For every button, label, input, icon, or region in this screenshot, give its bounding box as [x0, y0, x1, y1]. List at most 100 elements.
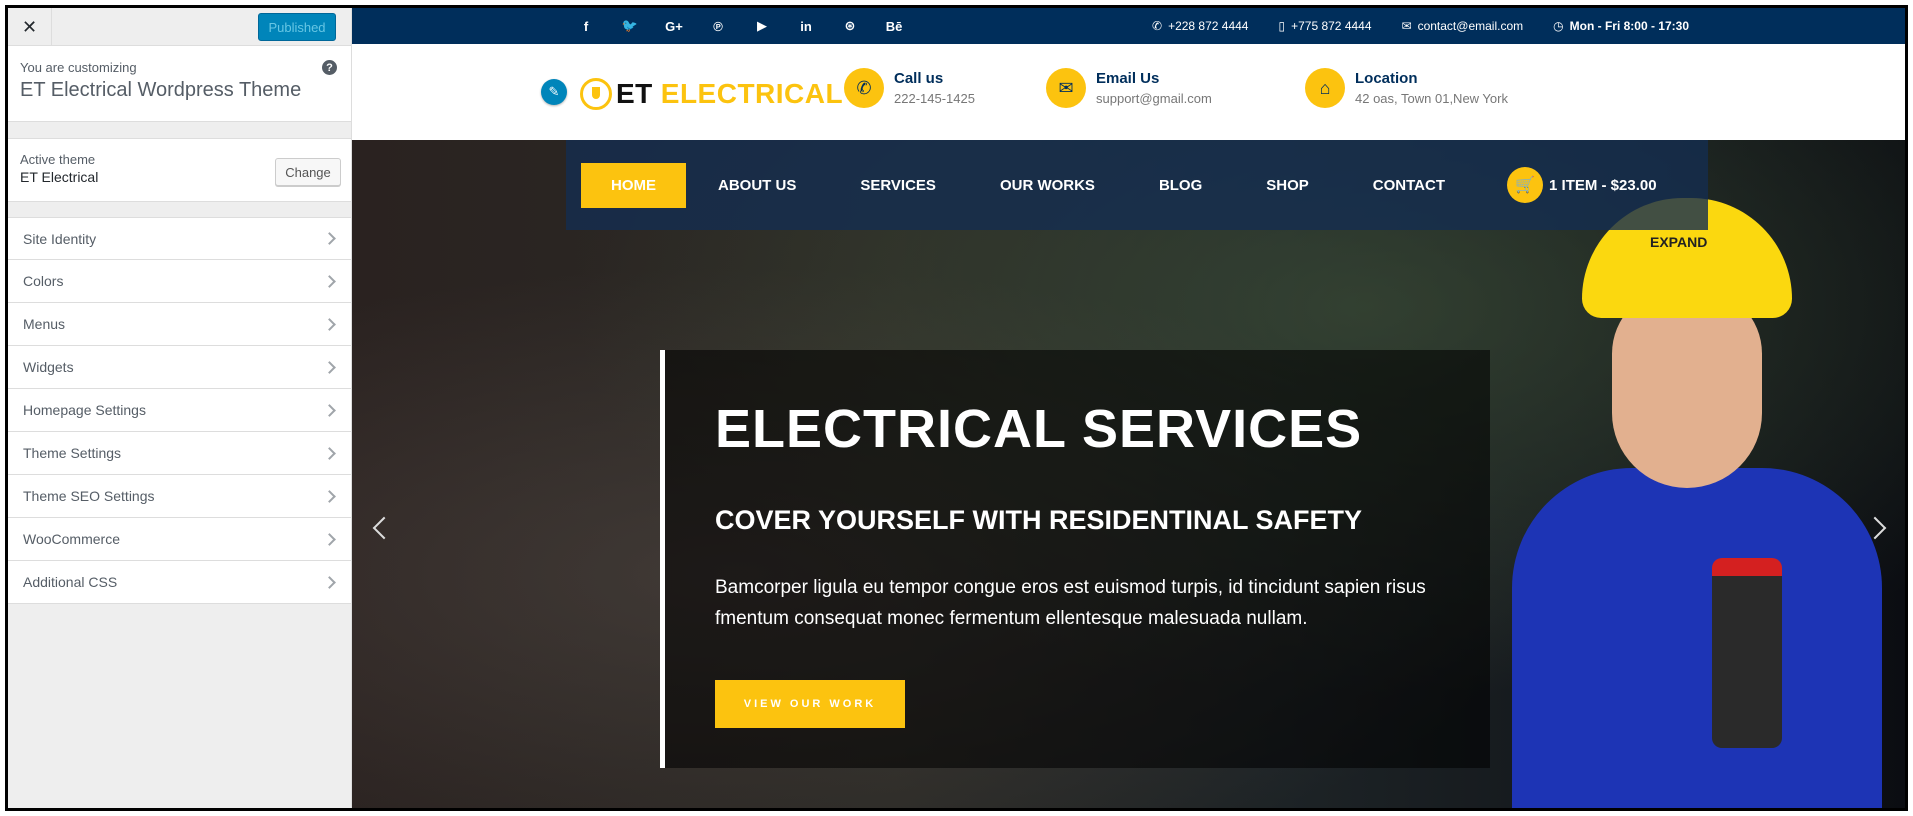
cart-button[interactable]: 🛒 1 ITEM - $23.00 — [1507, 167, 1657, 203]
site-header: ✎ ET ELECTRICAL ✆ Call us 222-145-1425 ✉ … — [352, 44, 1905, 140]
slider-prev-arrow-icon[interactable] — [372, 516, 396, 540]
hero-slider: EXPAND HOME ABOUT US SERVICES OUR WORKS BLOG… — [352, 140, 1905, 808]
twitter-icon[interactable]: 🐦 — [608, 18, 652, 34]
nav-item-our-works[interactable]: OUR WORKS — [968, 163, 1127, 208]
section-label: Colors — [23, 273, 64, 289]
view-our-work-button[interactable]: VIEW OUR WORK — [715, 680, 905, 728]
logo-text-electrical: ELECTRICAL — [660, 78, 844, 109]
nav-item-services[interactable]: SERVICES — [828, 163, 968, 208]
customizing-info: You are customizing ET Electrical Wordpr… — [8, 46, 351, 122]
google-plus-icon[interactable]: G+ — [652, 19, 696, 34]
nav-item-shop[interactable]: SHOP — [1234, 163, 1341, 208]
header-email-us: ✉ Email Us support@gmail.com — [1046, 68, 1212, 108]
edit-pencil-icon[interactable]: ✎ — [541, 79, 567, 105]
nav-item-about-us[interactable]: ABOUT US — [686, 163, 828, 208]
youtube-icon[interactable]: ▶ — [740, 18, 784, 34]
customizer-section-homepage-settings[interactable]: Homepage Settings — [8, 389, 351, 432]
customizer-section-menus[interactable]: Menus — [8, 303, 351, 346]
hero-title: ELECTRICAL SERVICES — [715, 399, 1363, 459]
home-icon: ⌂ — [1305, 68, 1345, 108]
site-preview: f 🐦 G+ ℗ ▶ in ⊛ Bē ✆ +228 872 4444 ▯ +775 872 444… — [352, 8, 1905, 808]
chevron-right-icon — [323, 403, 336, 417]
topbar-hours: ◷ Mon - Fri 8:00 - 17:30 — [1553, 19, 1689, 33]
site-title: ET Electrical Wordpress Theme — [20, 79, 302, 101]
email-us-value: support@gmail.com — [1096, 91, 1212, 106]
cart-icon: 🛒 — [1507, 167, 1544, 203]
site-logo[interactable]: ET ELECTRICAL — [580, 74, 843, 114]
phone-icon: ✆ — [844, 68, 884, 108]
phone-icon: ✆ — [1152, 19, 1163, 33]
customizer-sections: Site Identity Colors Menus Widgets Homepage … — [8, 217, 351, 604]
customizing-label: You are customizing — [20, 60, 137, 75]
active-theme-panel: Active theme ET Electrical Change — [8, 138, 351, 202]
plug-icon — [580, 78, 612, 110]
header-location: ⌂ Location 42 oas, Town 01,New York — [1305, 68, 1508, 108]
call-us-value: 222-145-1425 — [894, 91, 975, 106]
chevron-right-icon — [323, 489, 336, 503]
chevron-right-icon — [323, 317, 336, 331]
chevron-right-icon — [323, 274, 336, 288]
nav-item-blog[interactable]: BLOG — [1127, 163, 1234, 208]
social-links: f 🐦 G+ ℗ ▶ in ⊛ Bē — [564, 8, 916, 44]
chevron-right-icon — [323, 575, 336, 589]
nav-list: HOME ABOUT US SERVICES OUR WORKS BLOG SHOP CON… — [566, 140, 1708, 230]
customizer-section-site-identity[interactable]: Site Identity — [8, 217, 351, 260]
section-label: Additional CSS — [23, 574, 118, 590]
chevron-right-icon — [323, 446, 336, 460]
customizer-section-colors[interactable]: Colors — [8, 260, 351, 303]
divider — [8, 202, 351, 217]
section-label: Site Identity — [23, 230, 97, 247]
chevron-right-icon — [323, 532, 336, 546]
cart-summary: 1 ITEM - $23.00 — [1549, 176, 1657, 194]
customizer-sidebar: ✕ Published You are customizing ET Elect… — [8, 8, 352, 808]
main-nav: HOME ABOUT US SERVICES OUR WORKS BLOG SHOP CON… — [566, 140, 1708, 230]
top-bar: f 🐦 G+ ℗ ▶ in ⊛ Bē ✆ +228 872 4444 ▯ +775 872 444… — [352, 8, 1905, 44]
customizer-section-woocommerce[interactable]: WooCommerce — [8, 518, 351, 561]
envelope-icon: ✉ — [1401, 19, 1412, 33]
location-value: 42 oas, Town 01,New York — [1355, 91, 1508, 106]
email-us-title: Email Us — [1096, 70, 1160, 87]
customizer-section-theme-seo-settings[interactable]: Theme SEO Settings — [8, 475, 351, 518]
envelope-icon: ✉ — [1046, 68, 1086, 108]
location-title: Location — [1355, 70, 1418, 87]
customizer-section-theme-settings[interactable]: Theme Settings — [8, 432, 351, 475]
section-label: WooCommerce — [23, 531, 120, 547]
worker-body — [1512, 468, 1882, 808]
clock-icon: ◷ — [1553, 19, 1564, 33]
top-contact-bar: ✆ +228 872 4444 ▯ +775 872 4444 ✉ contact@e… — [1152, 8, 1719, 44]
section-label: Theme SEO Settings — [23, 488, 155, 504]
header-call-us: ✆ Call us 222-145-1425 — [844, 68, 975, 108]
customizer-header: ✕ Published — [8, 8, 351, 46]
divider — [8, 122, 351, 138]
chevron-right-icon — [323, 360, 336, 374]
hero-text: Bamcorper ligula eu tempor congue eros e… — [715, 577, 1426, 629]
behance-icon[interactable]: Bē — [872, 19, 916, 34]
pinterest-icon[interactable]: ℗ — [696, 19, 740, 34]
section-label: Widgets — [23, 359, 74, 375]
topbar-phone1: ✆ +228 872 4444 — [1152, 19, 1249, 33]
customizer-section-additional-css[interactable]: Additional CSS — [8, 561, 351, 604]
call-us-title: Call us — [894, 70, 944, 87]
customizer-section-widgets[interactable]: Widgets — [8, 346, 351, 389]
nav-item-home[interactable]: HOME — [581, 162, 686, 208]
help-icon[interactable]: ? — [322, 60, 337, 75]
logo-text-et: ET — [616, 78, 653, 109]
linkedin-icon[interactable]: in — [784, 19, 828, 34]
chevron-right-icon — [323, 232, 336, 245]
topbar-email[interactable]: ✉ contact@email.com — [1402, 19, 1524, 33]
dribbble-icon[interactable]: ⊛ — [828, 18, 872, 34]
hero-subtitle: COVER YOURSELF WITH RESIDENTINAL SAFETY — [715, 505, 1363, 535]
change-theme-button[interactable]: Change — [275, 158, 341, 186]
publish-button[interactable]: Published — [258, 13, 336, 41]
section-label: Homepage Settings — [23, 402, 146, 418]
nav-item-contact[interactable]: CONTACT — [1341, 163, 1477, 208]
topbar-phone2: ▯ +775 872 4444 — [1278, 19, 1372, 33]
worker-image: EXPAND — [1512, 198, 1882, 808]
clamp-meter — [1712, 558, 1782, 748]
worker-face — [1612, 288, 1762, 488]
section-label: Menus — [23, 316, 66, 332]
facebook-icon[interactable]: f — [564, 19, 608, 34]
mobile-icon: ▯ — [1278, 19, 1286, 33]
screenshot-frame: ✕ Published You are customizing ET Elect… — [5, 5, 1908, 811]
close-icon[interactable]: ✕ — [8, 8, 52, 46]
